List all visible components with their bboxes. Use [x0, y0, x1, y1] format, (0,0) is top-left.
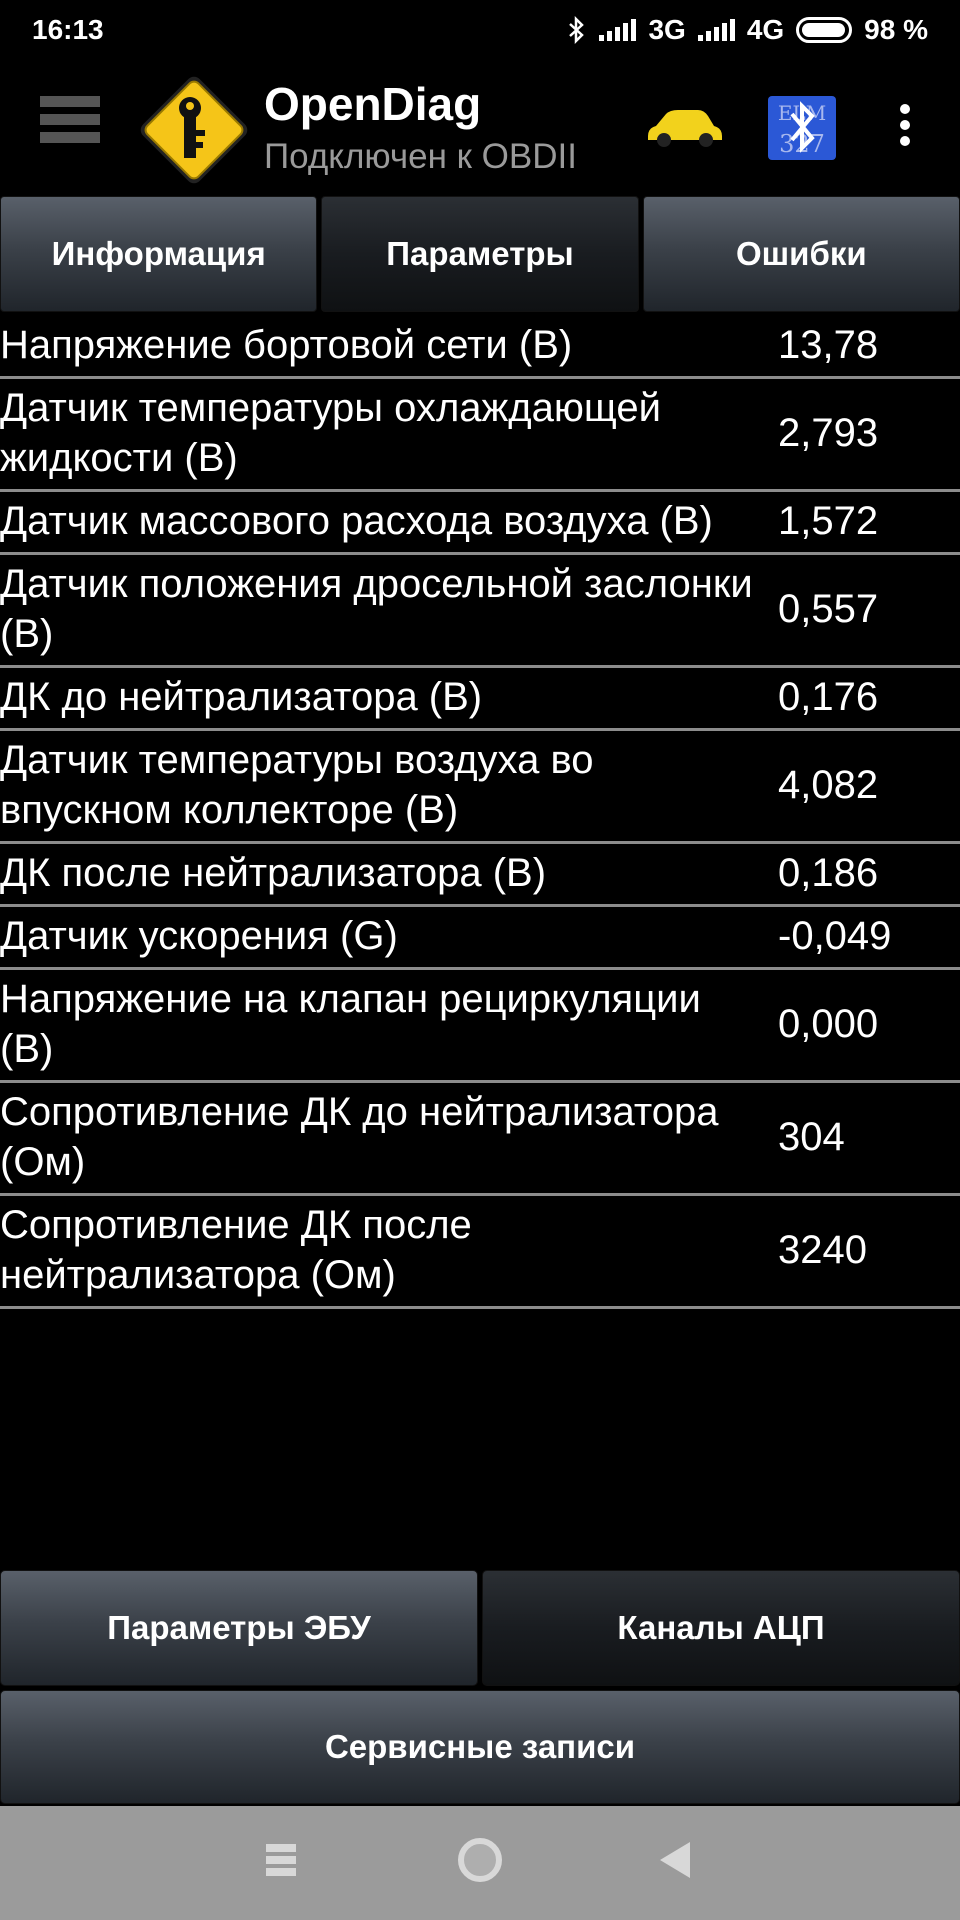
system-nav-bar	[0, 1806, 960, 1920]
param-name: Датчик положения дросельной заслонки (В)	[0, 562, 753, 656]
param-value: 0,000	[778, 1002, 879, 1046]
status-icons: 3G 4G 98 %	[567, 14, 928, 46]
network-4g-label: 4G	[746, 14, 785, 45]
signal-icon	[599, 19, 637, 41]
tab-errors[interactable]: Ошибки	[642, 196, 960, 312]
param-value: 13,78	[778, 323, 879, 367]
list-item: Напряжение бортовой сети (В) 13,78	[0, 316, 960, 379]
list-item: ДК после нейтрализатора (В) 0,186	[0, 844, 960, 907]
menu-icon[interactable]	[40, 96, 100, 156]
app-titles: OpenDiag Подключен к OBDII	[264, 76, 577, 182]
param-name: Напряжение бортовой сети (В)	[0, 323, 573, 367]
network-3g-label: 3G	[648, 14, 686, 45]
app-bar: OpenDiag Подключен к OBDII ELM 327	[0, 62, 960, 192]
param-value: -0,049	[778, 914, 892, 958]
list-item: Датчик температуры воздуха во впускном к…	[0, 731, 960, 844]
parameters-list: Напряжение бортовой сети (В) 13,78 Датчи…	[0, 316, 960, 1309]
param-value: 304	[778, 1115, 845, 1159]
list-item: Сопротивление ДК до нейтрализатора (Ом) …	[0, 1083, 960, 1196]
battery-percent: 98 %	[864, 14, 928, 45]
list-item: Сопротивление ДК после нейтрализатора (О…	[0, 1196, 960, 1309]
service-records-button[interactable]: Сервисные записи	[0, 1690, 960, 1804]
list-item: Датчик положения дросельной заслонки (В)…	[0, 555, 960, 668]
param-name: Датчик температуры воздуха во впускном к…	[0, 738, 594, 832]
param-value: 2,793	[778, 411, 879, 455]
connection-status: Подключен к OBDII	[264, 137, 577, 176]
home-icon[interactable]	[458, 1838, 502, 1882]
more-options-icon[interactable]	[890, 104, 920, 154]
ecu-parameters-button[interactable]: Параметры ЭБУ	[0, 1570, 478, 1686]
param-value: 4,082	[778, 763, 879, 807]
param-name: Датчик ускорения (G)	[0, 914, 398, 958]
opendiag-logo-icon	[140, 76, 248, 184]
list-item: Датчик массового расхода воздуха (В) 1,5…	[0, 492, 960, 555]
bluetooth-icon	[569, 16, 585, 44]
list-item: ДК до нейтрализатора (В) 0,176	[0, 668, 960, 731]
param-name: Сопротивление ДК после нейтрализатора (О…	[0, 1203, 472, 1297]
param-name: Датчик температуры охлаждающей жидкости …	[0, 386, 661, 480]
bluetooth-elm327-icon[interactable]: ELM 327	[768, 96, 836, 160]
signal-icon-2	[697, 19, 735, 41]
main-tabs: Информация Параметры Ошибки	[0, 196, 960, 312]
param-name: ДК до нейтрализатора (В)	[0, 675, 483, 719]
param-name: ДК после нейтрализатора (В)	[0, 851, 547, 895]
list-item: Напряжение на клапан рециркуляции (В) 0,…	[0, 970, 960, 1083]
app-title: OpenDiag	[264, 78, 482, 130]
param-value: 0,176	[778, 675, 879, 719]
param-name: Датчик массового расхода воздуха (В)	[0, 499, 713, 543]
param-value: 0,557	[778, 587, 879, 631]
list-item: Датчик ускорения (G) -0,049	[0, 907, 960, 970]
tab-parameters[interactable]: Параметры	[321, 196, 639, 312]
status-time: 16:13	[32, 14, 104, 45]
param-name: Сопротивление ДК до нейтрализатора (Ом)	[0, 1090, 719, 1184]
adc-channels-button[interactable]: Каналы АЦП	[482, 1570, 960, 1686]
tab-information[interactable]: Информация	[0, 196, 318, 312]
param-value: 3240	[778, 1228, 867, 1272]
status-bar: 16:13 3G 4G 98 %	[0, 0, 960, 60]
param-value: 1,572	[778, 499, 879, 543]
car-icon[interactable]	[644, 106, 726, 150]
back-icon[interactable]	[660, 1842, 690, 1878]
list-item: Датчик температуры охлаждающей жидкости …	[0, 379, 960, 492]
app-root: 16:13 3G 4G 98 % OpenDiag Подключен к OB…	[0, 0, 960, 1920]
param-name: Напряжение на клапан рециркуляции (В)	[0, 977, 701, 1071]
param-value: 0,186	[778, 851, 879, 895]
battery-icon	[796, 17, 853, 43]
recents-icon[interactable]	[266, 1844, 296, 1876]
battery-fill	[802, 23, 846, 37]
